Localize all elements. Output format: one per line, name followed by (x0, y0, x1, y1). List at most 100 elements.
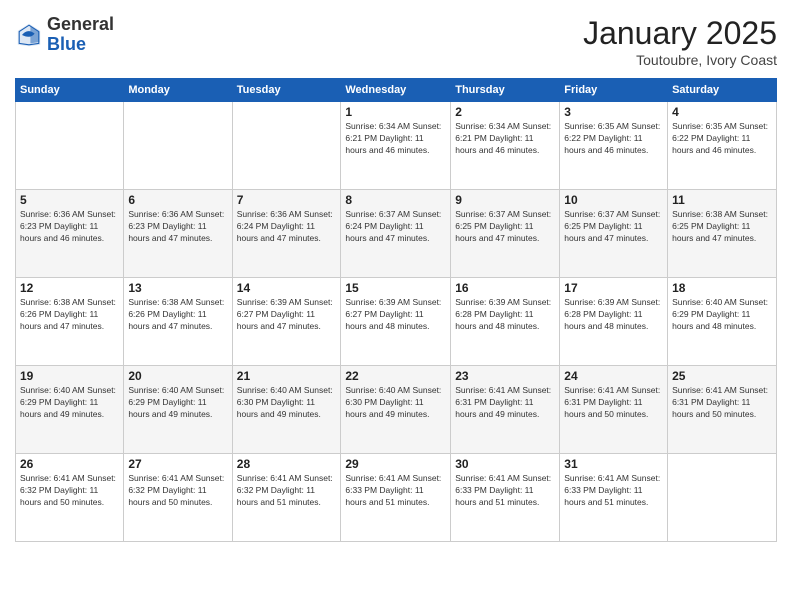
weekday-header-row: SundayMondayTuesdayWednesdayThursdayFrid… (16, 79, 777, 102)
calendar-cell: 9 Sunrise: 6:37 AM Sunset: 6:25 PM Daylig… (451, 190, 560, 278)
day-number: 13 (128, 281, 227, 295)
day-number: 1 (345, 105, 446, 119)
calendar-cell: 15 Sunrise: 6:39 AM Sunset: 6:27 PM Dayli… (341, 278, 451, 366)
calendar-cell: 1Sunrise: 6:34 AM Sunset: 6:21 PM Daylig… (341, 102, 451, 190)
day-number: 20 (128, 369, 227, 383)
day-info: Sunrise: 6:40 AM Sunset: 6:29 PM Dayligh… (20, 385, 119, 421)
day-info: Sunrise: 6:38 AM Sunset: 6:25 PM Dayligh… (672, 209, 772, 245)
week-row-4: 26 Sunrise: 6:41 AM Sunset: 6:32 PM Dayli… (16, 454, 777, 542)
day-number: 15 (345, 281, 446, 295)
day-number: 28 (237, 457, 337, 471)
calendar-table: SundayMondayTuesdayWednesdayThursdayFrid… (15, 78, 777, 542)
day-info: Sunrise: 6:41 AM Sunset: 6:32 PM Dayligh… (128, 473, 227, 509)
location-subtitle: Toutoubre, Ivory Coast (583, 52, 777, 68)
day-info: Sunrise: 6:41 AM Sunset: 6:31 PM Dayligh… (455, 385, 555, 421)
calendar-cell: 27 Sunrise: 6:41 AM Sunset: 6:32 PM Dayli… (124, 454, 232, 542)
day-info: Sunrise: 6:40 AM Sunset: 6:29 PM Dayligh… (672, 297, 772, 333)
day-number: 24 (564, 369, 663, 383)
weekday-monday: Monday (124, 79, 232, 102)
title-block: January 2025 Toutoubre, Ivory Coast (583, 15, 777, 68)
calendar-cell: 17 Sunrise: 6:39 AM Sunset: 6:28 PM Dayli… (560, 278, 668, 366)
day-number: 30 (455, 457, 555, 471)
day-info: Sunrise: 6:41 AM Sunset: 6:33 PM Dayligh… (564, 473, 663, 509)
calendar-cell (16, 102, 124, 190)
day-info: Sunrise: 6:39 AM Sunset: 6:27 PM Dayligh… (345, 297, 446, 333)
calendar-cell: 4Sunrise: 6:35 AM Sunset: 6:22 PM Daylig… (668, 102, 777, 190)
month-title: January 2025 (583, 15, 777, 52)
day-number: 22 (345, 369, 446, 383)
day-number: 23 (455, 369, 555, 383)
day-info: Sunrise: 6:37 AM Sunset: 6:25 PM Dayligh… (455, 209, 555, 245)
day-number: 18 (672, 281, 772, 295)
calendar-cell: 6Sunrise: 6:36 AM Sunset: 6:23 PM Daylig… (124, 190, 232, 278)
day-number: 17 (564, 281, 663, 295)
weekday-friday: Friday (560, 79, 668, 102)
calendar-cell (668, 454, 777, 542)
day-number: 10 (564, 193, 663, 207)
calendar-cell (232, 102, 341, 190)
week-row-3: 19 Sunrise: 6:40 AM Sunset: 6:29 PM Dayli… (16, 366, 777, 454)
calendar-cell: 30 Sunrise: 6:41 AM Sunset: 6:33 PM Dayli… (451, 454, 560, 542)
calendar-cell: 2Sunrise: 6:34 AM Sunset: 6:21 PM Daylig… (451, 102, 560, 190)
day-info: Sunrise: 6:40 AM Sunset: 6:30 PM Dayligh… (237, 385, 337, 421)
day-number: 8 (345, 193, 446, 207)
calendar-cell: 21 Sunrise: 6:40 AM Sunset: 6:30 PM Dayli… (232, 366, 341, 454)
calendar-cell: 22 Sunrise: 6:40 AM Sunset: 6:30 PM Dayli… (341, 366, 451, 454)
day-info: Sunrise: 6:36 AM Sunset: 6:23 PM Dayligh… (20, 209, 119, 245)
day-number: 12 (20, 281, 119, 295)
calendar-cell: 11 Sunrise: 6:38 AM Sunset: 6:25 PM Dayli… (668, 190, 777, 278)
calendar-cell: 28 Sunrise: 6:41 AM Sunset: 6:32 PM Dayli… (232, 454, 341, 542)
day-number: 4 (672, 105, 772, 119)
day-number: 29 (345, 457, 446, 471)
weekday-wednesday: Wednesday (341, 79, 451, 102)
day-info: Sunrise: 6:40 AM Sunset: 6:29 PM Dayligh… (128, 385, 227, 421)
day-info: Sunrise: 6:41 AM Sunset: 6:31 PM Dayligh… (672, 385, 772, 421)
day-info: Sunrise: 6:34 AM Sunset: 6:21 PM Dayligh… (455, 121, 555, 157)
logo-icon (15, 21, 43, 49)
day-number: 5 (20, 193, 119, 207)
header: General Blue January 2025 Toutoubre, Ivo… (15, 15, 777, 68)
weekday-tuesday: Tuesday (232, 79, 341, 102)
calendar-cell (124, 102, 232, 190)
day-info: Sunrise: 6:38 AM Sunset: 6:26 PM Dayligh… (128, 297, 227, 333)
day-info: Sunrise: 6:36 AM Sunset: 6:24 PM Dayligh… (237, 209, 337, 245)
day-info: Sunrise: 6:39 AM Sunset: 6:27 PM Dayligh… (237, 297, 337, 333)
day-info: Sunrise: 6:39 AM Sunset: 6:28 PM Dayligh… (564, 297, 663, 333)
day-info: Sunrise: 6:41 AM Sunset: 6:31 PM Dayligh… (564, 385, 663, 421)
day-number: 21 (237, 369, 337, 383)
day-info: Sunrise: 6:37 AM Sunset: 6:24 PM Dayligh… (345, 209, 446, 245)
weekday-saturday: Saturday (668, 79, 777, 102)
day-info: Sunrise: 6:37 AM Sunset: 6:25 PM Dayligh… (564, 209, 663, 245)
week-row-2: 12 Sunrise: 6:38 AM Sunset: 6:26 PM Dayli… (16, 278, 777, 366)
calendar-cell: 14Sunrise: 6:39 AM Sunset: 6:27 PM Dayli… (232, 278, 341, 366)
calendar-cell: 10 Sunrise: 6:37 AM Sunset: 6:25 PM Dayli… (560, 190, 668, 278)
day-number: 6 (128, 193, 227, 207)
day-number: 11 (672, 193, 772, 207)
calendar-cell: 26 Sunrise: 6:41 AM Sunset: 6:32 PM Dayli… (16, 454, 124, 542)
day-info: Sunrise: 6:38 AM Sunset: 6:26 PM Dayligh… (20, 297, 119, 333)
day-info: Sunrise: 6:41 AM Sunset: 6:32 PM Dayligh… (20, 473, 119, 509)
calendar-cell: 23 Sunrise: 6:41 AM Sunset: 6:31 PM Dayli… (451, 366, 560, 454)
day-number: 3 (564, 105, 663, 119)
day-info: Sunrise: 6:39 AM Sunset: 6:28 PM Dayligh… (455, 297, 555, 333)
weekday-thursday: Thursday (451, 79, 560, 102)
day-info: Sunrise: 6:41 AM Sunset: 6:33 PM Dayligh… (455, 473, 555, 509)
calendar-cell: 19 Sunrise: 6:40 AM Sunset: 6:29 PM Dayli… (16, 366, 124, 454)
calendar-body: 1 Sunrise: 6:34 AM Sunset: 6:21 PM Daylig… (16, 102, 777, 542)
day-info: Sunrise: 6:41 AM Sunset: 6:33 PM Dayligh… (345, 473, 446, 509)
day-number: 26 (20, 457, 119, 471)
calendar-cell: 31Sunrise: 6:41 AM Sunset: 6:33 PM Dayli… (560, 454, 668, 542)
calendar-cell: 18 Sunrise: 6:40 AM Sunset: 6:29 PM Dayli… (668, 278, 777, 366)
calendar-cell: 24 Sunrise: 6:41 AM Sunset: 6:31 PM Dayli… (560, 366, 668, 454)
day-info: Sunrise: 6:40 AM Sunset: 6:30 PM Dayligh… (345, 385, 446, 421)
day-number: 19 (20, 369, 119, 383)
day-info: Sunrise: 6:41 AM Sunset: 6:32 PM Dayligh… (237, 473, 337, 509)
calendar-cell: 16Sunrise: 6:39 AM Sunset: 6:28 PM Dayli… (451, 278, 560, 366)
day-number: 25 (672, 369, 772, 383)
day-number: 27 (128, 457, 227, 471)
day-number: 9 (455, 193, 555, 207)
calendar-cell: 7Sunrise: 6:36 AM Sunset: 6:24 PM Daylig… (232, 190, 341, 278)
logo-text: General Blue (47, 15, 114, 55)
week-row-0: 1 Sunrise: 6:34 AM Sunset: 6:21 PM Daylig… (16, 102, 777, 190)
calendar-cell: 29 Sunrise: 6:41 AM Sunset: 6:33 PM Dayli… (341, 454, 451, 542)
